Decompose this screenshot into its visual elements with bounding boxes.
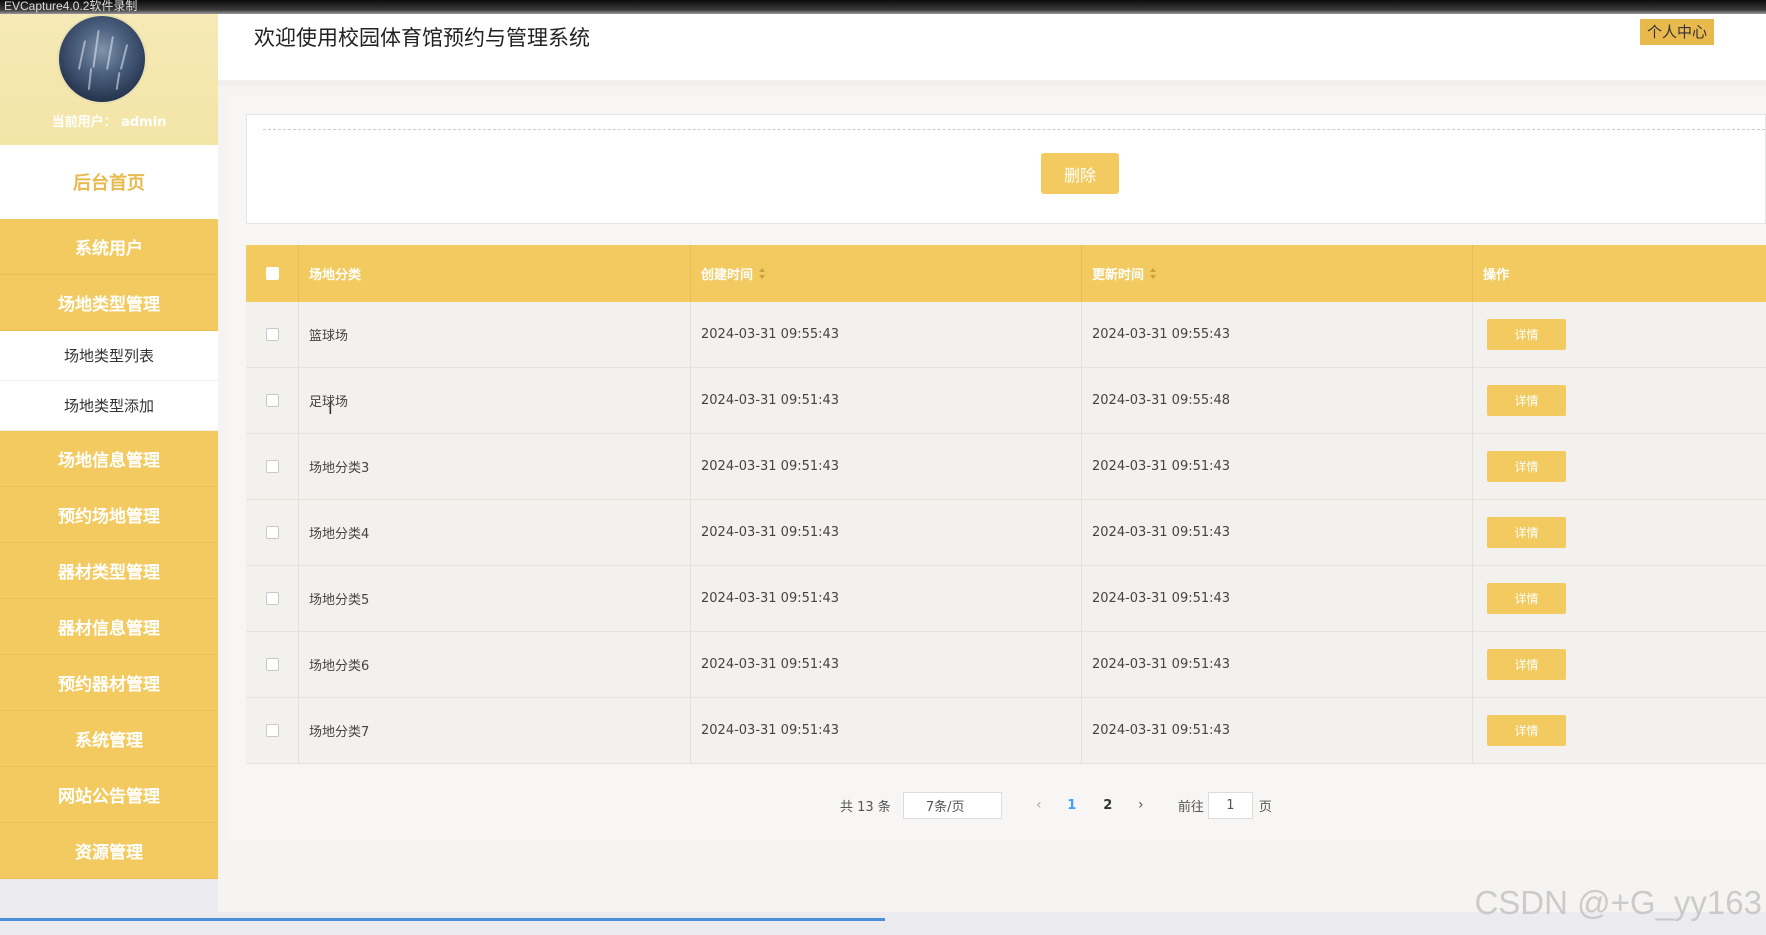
main-content: 删除 场地分类 创建时间 更新时间 操作 篮球场 2024-03-31 09:5…: [228, 96, 1766, 840]
text-cursor-icon: I: [328, 399, 333, 418]
recorder-bar: EVCapture4.0.2软件录制: [0, 0, 1766, 14]
table-row: 场地分类5 2024-03-31 09:51:43 2024-03-31 09:…: [246, 566, 1766, 632]
cell-created: 2024-03-31 09:51:43: [691, 566, 1082, 631]
profile-panel: 当前用户： admin: [0, 0, 218, 145]
table-row: 场地分类4 2024-03-31 09:51:43 2024-03-31 09:…: [246, 500, 1766, 566]
progress-bar: [0, 918, 885, 921]
sidebar: 当前用户： admin 后台首页 系统用户 场地类型管理 场地类型列表 场地类型…: [0, 0, 218, 935]
page-size-select[interactable]: 7条/页: [902, 791, 1002, 819]
pagination: 共 13 条 7条/页 ‹ 1 2 › 前往 1 页: [840, 790, 1272, 820]
detail-button[interactable]: 详情: [1487, 385, 1566, 416]
sidebar-item-venue-type-management[interactable]: 场地类型管理: [0, 275, 218, 331]
sidebar-item-announcement-management[interactable]: 网站公告管理: [0, 767, 218, 823]
divider: [263, 129, 1765, 130]
column-header-actions: 操作: [1483, 268, 1510, 283]
sidebar-item-venue-info-management[interactable]: 场地信息管理: [0, 431, 218, 487]
cell-category: 场地分类3: [299, 434, 691, 499]
row-checkbox[interactable]: [265, 394, 279, 407]
sidebar-subitem-venue-type-add[interactable]: 场地类型添加: [0, 381, 218, 431]
header-select-cell: [246, 245, 299, 302]
row-checkbox[interactable]: [265, 592, 279, 605]
cell-created: 2024-03-31 09:51:43: [691, 698, 1082, 763]
detail-button[interactable]: 详情: [1487, 715, 1566, 746]
avatar[interactable]: [57, 14, 147, 104]
cell-created: 2024-03-31 09:51:43: [691, 434, 1082, 499]
cell-updated: 2024-03-31 09:51:43: [1082, 698, 1473, 763]
detail-button[interactable]: 详情: [1487, 583, 1566, 614]
detail-button[interactable]: 详情: [1487, 451, 1566, 482]
cell-category: 场地分类5: [299, 566, 691, 631]
table-row: 场地分类3 2024-03-31 09:51:43 2024-03-31 09:…: [246, 434, 1766, 500]
pagination-total: 共 13 条: [840, 799, 891, 815]
select-all-checkbox[interactable]: [265, 267, 279, 280]
cell-updated: 2024-03-31 09:55:43: [1082, 302, 1473, 367]
detail-button[interactable]: 详情: [1487, 517, 1566, 548]
row-checkbox[interactable]: [265, 460, 279, 473]
cell-category: 篮球场: [299, 302, 691, 367]
cell-category: 场地分类4: [299, 500, 691, 565]
cell-created: 2024-03-31 09:51:43: [691, 632, 1082, 697]
table-row: 足球场 2024-03-31 09:51:43 2024-03-31 09:55…: [246, 368, 1766, 434]
watermark: CSDN @+G_yy163: [1474, 884, 1762, 921]
sidebar-subitem-venue-type-list[interactable]: 场地类型列表: [0, 331, 218, 381]
goto-suffix: 页: [1258, 799, 1272, 815]
cell-created: 2024-03-31 09:51:43: [691, 368, 1082, 433]
delete-button[interactable]: 删除: [1041, 153, 1119, 194]
prev-page-icon[interactable]: ‹: [1024, 797, 1054, 813]
column-header-category: 场地分类: [299, 245, 691, 302]
sidebar-item-resource-management[interactable]: 资源管理: [0, 823, 218, 879]
table-row: 场地分类7 2024-03-31 09:51:43 2024-03-31 09:…: [246, 698, 1766, 764]
sidebar-item-equipment-type-management[interactable]: 器材类型管理: [0, 543, 218, 599]
row-checkbox[interactable]: [265, 526, 279, 539]
cell-category: 场地分类6: [299, 632, 691, 697]
cell-created: 2024-03-31 09:55:43: [691, 302, 1082, 367]
sidebar-item-equipment-booking-management[interactable]: 预约器材管理: [0, 655, 218, 711]
row-checkbox[interactable]: [265, 328, 279, 341]
cell-category: 足球场: [299, 368, 691, 433]
table-row: 场地分类6 2024-03-31 09:51:43 2024-03-31 09:…: [246, 632, 1766, 698]
goto-prefix: 前往: [1177, 799, 1204, 815]
column-header-created[interactable]: 创建时间: [691, 245, 1082, 302]
cell-updated: 2024-03-31 09:51:43: [1082, 434, 1473, 499]
cell-updated: 2024-03-31 09:51:43: [1082, 632, 1473, 697]
goto-page-input[interactable]: 1: [1207, 791, 1253, 819]
page-title: 欢迎使用校园体育馆预约与管理系统: [254, 26, 590, 50]
sidebar-item-system-management[interactable]: 系统管理: [0, 711, 218, 767]
detail-button[interactable]: 详情: [1487, 319, 1566, 350]
row-checkbox[interactable]: [265, 724, 279, 737]
sort-icon[interactable]: [1150, 268, 1157, 279]
cell-updated: 2024-03-31 09:51:43: [1082, 500, 1473, 565]
table-header: 场地分类 创建时间 更新时间 操作: [246, 245, 1766, 302]
cell-updated: 2024-03-31 09:51:43: [1082, 566, 1473, 631]
cell-created: 2024-03-31 09:51:43: [691, 500, 1082, 565]
next-page-icon[interactable]: ›: [1126, 797, 1156, 813]
row-checkbox[interactable]: [265, 658, 279, 671]
sidebar-item-system-users[interactable]: 系统用户: [0, 219, 218, 275]
venue-type-table: 场地分类 创建时间 更新时间 操作 篮球场 2024-03-31 09:55:4…: [246, 245, 1766, 764]
column-header-updated[interactable]: 更新时间: [1082, 245, 1473, 302]
sort-icon[interactable]: [759, 268, 766, 279]
action-panel: 删除: [246, 114, 1766, 224]
page-number[interactable]: 2: [1090, 798, 1126, 813]
sidebar-item-equipment-info-management[interactable]: 器材信息管理: [0, 599, 218, 655]
page-number[interactable]: 1: [1054, 798, 1090, 813]
detail-button[interactable]: 详情: [1487, 649, 1566, 680]
personal-center-button[interactable]: 个人中心: [1639, 19, 1714, 45]
sidebar-home[interactable]: 后台首页: [0, 145, 218, 219]
recorder-label: EVCapture4.0.2软件录制: [4, 0, 138, 13]
current-user-label: 当前用户： admin: [51, 115, 167, 130]
sidebar-item-venue-booking-management[interactable]: 预约场地管理: [0, 487, 218, 543]
table-row: 篮球场 2024-03-31 09:55:43 2024-03-31 09:55…: [246, 302, 1766, 368]
cell-category: 场地分类7: [299, 698, 691, 763]
sidebar-menu: 系统用户 场地类型管理 场地类型列表 场地类型添加 场地信息管理 预约场地管理 …: [0, 219, 218, 879]
cell-updated: 2024-03-31 09:55:48: [1082, 368, 1473, 433]
